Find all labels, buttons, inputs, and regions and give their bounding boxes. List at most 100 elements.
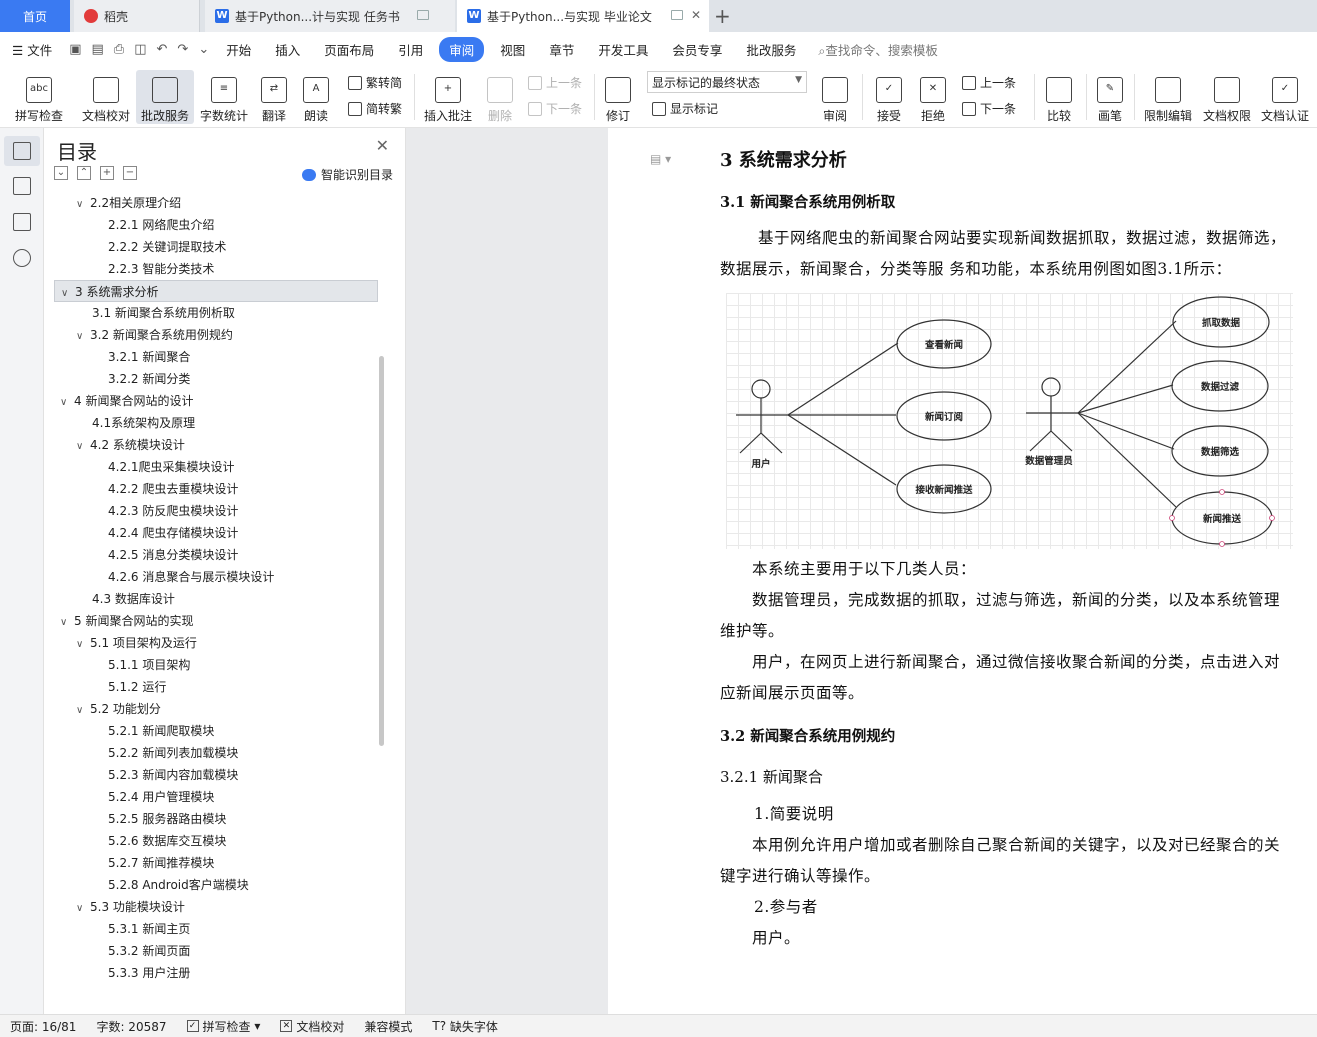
search-icon[interactable] — [13, 249, 31, 267]
menu-review[interactable]: 审阅 — [439, 36, 485, 62]
toc-item[interactable]: 4.2.6 消息聚合与展示模块设计 — [44, 566, 384, 588]
add-heading-icon[interactable]: + — [100, 166, 114, 180]
remove-heading-icon[interactable]: − — [123, 166, 137, 180]
page-indicator[interactable]: 页面: 16/81 — [0, 1018, 86, 1035]
toc-scrollbar[interactable] — [379, 356, 384, 746]
print-icon[interactable]: ⎙ — [109, 42, 129, 57]
toc-item[interactable]: 4.3 数据库设计 — [44, 588, 384, 610]
toc-item[interactable]: 5.3.3 用户注册 — [44, 962, 384, 984]
toc-item[interactable]: ∨ 5.3 功能模块设计 — [44, 896, 384, 918]
toc-item[interactable]: ∨ 4 新闻聚合网站的设计 — [44, 390, 384, 412]
review-pane-button[interactable]: 审阅 — [816, 70, 854, 124]
chevron-down-icon[interactable]: ∨ — [76, 326, 90, 348]
close-icon[interactable]: ✕ — [376, 136, 389, 155]
chapter-nav-icon[interactable] — [13, 177, 31, 195]
markup-state-select[interactable]: 显示标记的最终状态 ▼ — [647, 71, 807, 93]
toc-item[interactable]: 5.2.4 用户管理模块 — [44, 786, 384, 808]
chevron-down-icon[interactable]: ∨ — [60, 392, 74, 414]
next-change-button[interactable]: 下一条 — [962, 100, 1016, 117]
correct-service-button[interactable]: 批改服务 — [136, 70, 194, 124]
toc-item[interactable]: ∨ 5.1 项目架构及运行 — [44, 632, 384, 654]
toc-item[interactable]: ∨ 5.2 功能划分 — [44, 698, 384, 720]
doc-cert-button[interactable]: ✓ 文档认证 — [1258, 70, 1312, 124]
trad-to-simp-button[interactable]: 繁转简 — [348, 74, 402, 91]
spell-check-button[interactable]: abc 拼写检查 — [8, 70, 70, 124]
doc-proof-status[interactable]: ✕ 文档校对 — [270, 1018, 354, 1035]
toc-item[interactable]: 2.2.3 智能分类技术 — [44, 258, 384, 280]
menu-page-layout[interactable]: 页面布局 — [312, 40, 386, 59]
toc-item[interactable]: 4.1系统架构及原理 — [44, 412, 384, 434]
toc-item[interactable]: ∨ 3 系统需求分析 — [54, 280, 378, 302]
delete-comment-button[interactable]: 删除 — [480, 70, 520, 124]
tab-doc-taskbook[interactable]: W 基于Python...计与实现 任务书 — [205, 0, 455, 32]
menu-correct-service[interactable]: 批改服务 — [734, 40, 808, 59]
menu-member[interactable]: 会员专享 — [660, 40, 734, 59]
menu-start[interactable]: 开始 — [214, 40, 263, 59]
show-markup-button[interactable]: 显示标记 — [652, 100, 718, 117]
revise-button[interactable]: 修订 — [600, 70, 636, 124]
menu-insert[interactable]: 插入 — [263, 40, 312, 59]
toc-item[interactable]: 3.2.1 新闻聚合 — [44, 346, 384, 368]
new-tab-button[interactable]: + — [714, 4, 731, 28]
chevron-down-icon[interactable]: ∨ — [76, 436, 90, 458]
next-comment-button[interactable]: 下一条 — [528, 100, 582, 117]
prev-comment-button[interactable]: 上一条 — [528, 74, 582, 91]
pen-button[interactable]: ✎ 画笔 — [1092, 70, 1128, 124]
toc-item[interactable]: ∨ 3.2 新闻聚合系统用例规约 — [44, 324, 384, 346]
export-pdf-icon[interactable]: ▤ — [87, 42, 109, 57]
toc-item[interactable]: ∨ 2.2相关原理介绍 — [44, 192, 384, 214]
command-search[interactable]: ⌕查找命令、搜索模板 — [818, 40, 938, 59]
toc-item[interactable]: 4.2.1爬虫采集模块设计 — [44, 456, 384, 478]
reject-button[interactable]: ✕ 拒绝 — [914, 70, 952, 124]
file-menu[interactable]: ☰ 文件 — [0, 40, 64, 59]
smart-toc-button[interactable]: 智能识别目录 — [301, 166, 393, 183]
more-icon[interactable]: ⌄ — [193, 42, 214, 57]
tab-daoke[interactable]: 稻壳 — [74, 0, 200, 32]
menu-view[interactable]: 视图 — [488, 40, 537, 59]
toc-item[interactable]: ∨ 5 新闻聚合网站的实现 — [44, 610, 384, 632]
print-preview-icon[interactable]: ◫ — [129, 42, 151, 57]
missing-font-status[interactable]: T? 缺失字体 — [422, 1018, 508, 1035]
expand-all-icon[interactable]: ⌃ — [77, 166, 91, 180]
toc-item[interactable]: 5.2.7 新闻推荐模块 — [44, 852, 384, 874]
chevron-down-icon[interactable]: ∨ — [60, 612, 74, 634]
toc-item[interactable]: 5.2.8 Android客户端模块 — [44, 874, 384, 896]
window-mode-icon[interactable] — [671, 10, 683, 20]
read-aloud-button[interactable]: A 朗读 — [298, 70, 334, 124]
toc-item[interactable]: 3.1 新闻聚合系统用例析取 — [44, 302, 384, 324]
toc-item[interactable]: ∨ 4.2 系统模块设计 — [44, 434, 384, 456]
accept-button[interactable]: ✓ 接受 — [870, 70, 908, 124]
toc-item[interactable]: 4.2.2 爬虫去重模块设计 — [44, 478, 384, 500]
toc-item[interactable]: 5.3.2 新闻页面 — [44, 940, 384, 962]
toc-item[interactable]: 5.2.1 新闻爬取模块 — [44, 720, 384, 742]
save-icon[interactable]: ▣ — [64, 42, 86, 57]
word-count-indicator[interactable]: 字数: 20587 — [86, 1018, 176, 1035]
collapse-all-icon[interactable]: ⌄ — [54, 166, 68, 180]
word-count-button[interactable]: ≡ 字数统计 — [196, 70, 252, 124]
toc-item[interactable]: 2.2.2 关键词提取技术 — [44, 236, 384, 258]
menu-dev-tools[interactable]: 开发工具 — [586, 40, 660, 59]
toc-icon[interactable] — [13, 142, 31, 160]
chevron-down-icon[interactable]: ∨ — [76, 634, 90, 656]
bookmark-icon[interactable] — [13, 213, 31, 231]
doc-permission-button[interactable]: 文档权限 — [1200, 70, 1254, 124]
toc-item[interactable]: 5.2.6 数据库交互模块 — [44, 830, 384, 852]
toc-item[interactable]: 4.2.4 爬虫存储模块设计 — [44, 522, 384, 544]
compare-button[interactable]: 比较 — [1040, 70, 1078, 124]
toc-item[interactable]: 5.2.2 新闻列表加载模块 — [44, 742, 384, 764]
translate-button[interactable]: ⇄ 翻译 — [254, 70, 294, 124]
toc-item[interactable]: 2.2.1 网络爬虫介绍 — [44, 214, 384, 236]
undo-icon[interactable]: ↶ — [152, 42, 173, 57]
insert-comment-button[interactable]: + 插入批注 — [420, 70, 476, 124]
chevron-down-icon[interactable]: ∨ — [76, 700, 90, 722]
toc-item[interactable]: 4.2.5 消息分类模块设计 — [44, 544, 384, 566]
redo-icon[interactable]: ↷ — [172, 42, 193, 57]
toc-item[interactable]: 5.1.1 项目架构 — [44, 654, 384, 676]
menu-chapter[interactable]: 章节 — [537, 40, 586, 59]
prev-change-button[interactable]: 上一条 — [962, 74, 1016, 91]
chevron-down-icon[interactable]: ∨ — [76, 898, 90, 920]
close-tab-icon[interactable]: ✕ — [691, 8, 701, 22]
simp-to-trad-button[interactable]: 简转繁 — [348, 100, 402, 117]
doc-proof-button[interactable]: 文档校对 — [78, 70, 134, 124]
tab-home[interactable]: 首页 — [0, 0, 70, 32]
